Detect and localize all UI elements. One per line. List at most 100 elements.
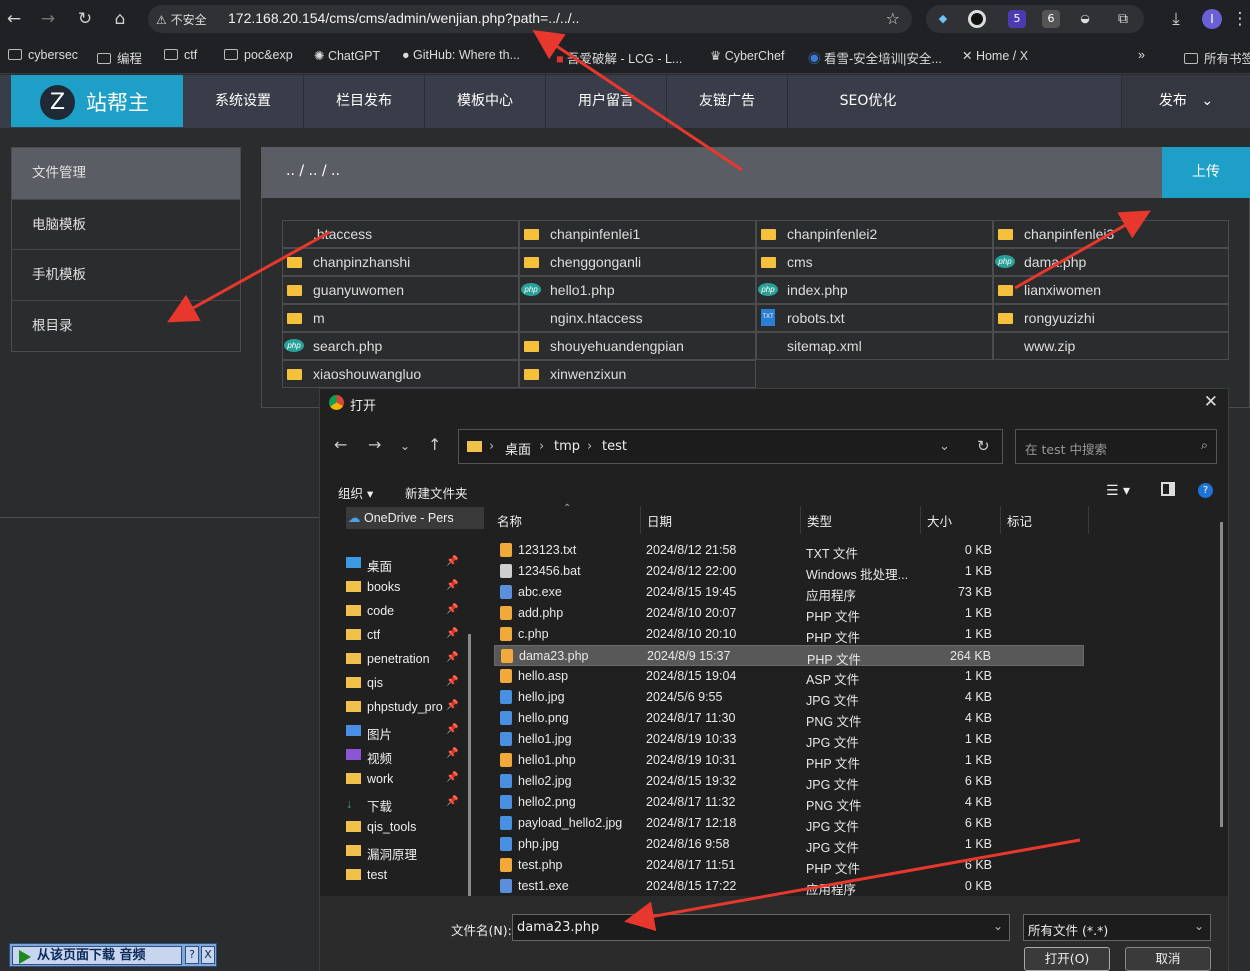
bookmark-x[interactable]: ✕ Home / X (962, 48, 1028, 63)
view-options-icon[interactable]: ☰ ▾ (1106, 483, 1130, 499)
file-row[interactable]: test1.exe 2024/8/15 17:22 应用程序 0 KB (494, 876, 1084, 897)
column-header[interactable]: 名称 (497, 511, 522, 530)
open-button[interactable]: 打开(O) (1024, 947, 1110, 971)
file-row[interactable]: hello.jpg 2024/5/6 9:55 JPG 文件 4 KB (494, 687, 1084, 708)
file-entry[interactable]: xiaoshouwangluo (282, 360, 519, 388)
file-entry[interactable]: chanpinfenlei1 (519, 220, 756, 248)
file-entry[interactable]: guanyuwomen (282, 276, 519, 304)
security-indicator[interactable]: ⚠ 不安全 (156, 11, 207, 28)
help-button[interactable]: ? (185, 946, 199, 964)
close-button[interactable]: X (201, 946, 215, 964)
file-entry[interactable]: TXT robots.txt (756, 304, 993, 332)
nav-item[interactable]: 桌面 📌 (346, 556, 458, 575)
bookmark-52pojie[interactable]: ■ 吾爱破解 - LCG - L... (556, 48, 682, 67)
file-row[interactable]: payload_hello2.jpg 2024/8/17 12:18 JPG 文件 6… (494, 813, 1084, 834)
bookmark-star-icon[interactable]: ☆ (886, 9, 900, 28)
column-separator[interactable] (1088, 506, 1089, 534)
file-entry[interactable]: php dama.php (993, 248, 1229, 276)
file-entry[interactable]: chenggonganli (519, 248, 756, 276)
file-row[interactable]: hello1.jpg 2024/8/19 10:33 JPG 文件 1 KB (494, 729, 1084, 750)
file-entry[interactable]: .htaccess (282, 220, 519, 248)
puzzle-extensions-icon[interactable]: ⧉ (1114, 10, 1132, 28)
file-row[interactable]: test.php 2024/8/17 11:51 PHP 文件 6 KB (494, 855, 1084, 876)
file-entry[interactable]: nginx.htaccess (519, 304, 756, 332)
breadcrumb-tmp[interactable]: tmp (554, 439, 580, 454)
help-icon[interactable]: ? (1198, 483, 1213, 498)
file-entry[interactable]: chanpinfenlei2 (756, 220, 993, 248)
column-separator[interactable] (1000, 506, 1001, 534)
sidebar-item-file-manager[interactable]: 文件管理 (12, 148, 240, 199)
sidebar-item-mobile-template[interactable]: 手机模板 (12, 249, 240, 299)
file-entry[interactable]: chanpinfenlei3 (993, 220, 1229, 248)
bookmark-ctf[interactable]: ctf (164, 48, 197, 62)
nav-friendlinks-ads[interactable]: 友链广告 (667, 75, 788, 128)
file-row[interactable]: php.jpg 2024/8/16 9:58 JPG 文件 1 KB (494, 834, 1084, 855)
nav-item[interactable]: ↓ 下载 📌 (346, 796, 458, 815)
file-row[interactable]: hello2.jpg 2024/8/15 19:32 JPG 文件 6 KB (494, 771, 1084, 792)
refresh-icon[interactable]: ↻ (977, 437, 990, 455)
file-entry[interactable]: php index.php (756, 276, 993, 304)
column-separator[interactable] (800, 506, 801, 534)
nav-item[interactable]: work 📌 (346, 772, 458, 786)
bookmark-kanxue[interactable]: ◉ 看雪-安全培训|安全... (808, 48, 942, 67)
nav-user-messages[interactable]: 用户留言 (546, 75, 667, 128)
hat-extension-icon[interactable]: ◒ (1076, 10, 1094, 28)
column-header[interactable]: 日期 (647, 511, 672, 530)
upload-button[interactable]: 上传 (1162, 147, 1250, 198)
nav-scrollbar[interactable] (468, 634, 471, 896)
file-entry[interactable]: m (282, 304, 519, 332)
file-row[interactable]: hello1.php 2024/8/19 10:31 PHP 文件 1 KB (494, 750, 1084, 771)
up-arrow-icon[interactable]: ↑ (428, 435, 441, 454)
menu-icon[interactable]: ⋮ (1230, 9, 1250, 29)
nav-item[interactable]: books 📌 (346, 580, 458, 594)
filetype-select[interactable]: 所有文件 (*.*) ⌄ (1023, 914, 1211, 941)
nav-item[interactable]: code 📌 (346, 604, 458, 618)
badge-extension-icon[interactable]: 5 (1008, 10, 1026, 28)
column-separator[interactable] (920, 506, 921, 534)
nav-onedrive[interactable]: ☁ OneDrive - Pers (346, 507, 484, 529)
breadcrumb-test[interactable]: test (602, 439, 627, 454)
breadcrumb-desktop[interactable]: 桌面 (505, 439, 531, 458)
cancel-button[interactable]: 取消 (1125, 947, 1211, 971)
nav-seo[interactable]: SEO优化 (788, 75, 948, 128)
file-row[interactable]: hello.asp 2024/8/15 19:04 ASP 文件 1 KB (494, 666, 1084, 687)
grid-extension-icon[interactable]: 6 (1042, 10, 1060, 28)
column-header[interactable]: 大小 (927, 511, 952, 530)
recent-locations-icon[interactable]: ⌄ (400, 439, 410, 453)
nav-item[interactable]: qis_tools (346, 820, 416, 834)
file-row[interactable]: abc.exe 2024/8/15 19:45 应用程序 73 KB (494, 582, 1084, 603)
file-row[interactable]: 123123.txt 2024/8/12 21:58 TXT 文件 0 KB (494, 540, 1084, 561)
download-icon[interactable]: ⤓ (1166, 9, 1186, 29)
profile-avatar[interactable]: I (1202, 9, 1222, 29)
nav-system-settings[interactable]: 系统设置 (183, 75, 304, 128)
file-entry[interactable]: cms (756, 248, 993, 276)
nav-item[interactable]: phpstudy_pro 📌 (346, 700, 458, 714)
bookmark-github[interactable]: ● GitHub: Where th... (402, 48, 520, 62)
back-arrow-icon[interactable]: ← (334, 435, 347, 454)
file-entry[interactable]: lianxiwomen (993, 276, 1229, 304)
organize-menu[interactable]: 组织 ▾ (338, 483, 373, 502)
file-row[interactable]: dama23.php 2024/8/9 15:37 PHP 文件 264 KB (494, 645, 1084, 667)
file-row[interactable]: 123456.bat 2024/8/12 22:00 Windows 批处理... 1… (494, 561, 1084, 582)
file-entry[interactable]: php search.php (282, 332, 519, 360)
chevron-down-icon[interactable]: ⌄ (993, 919, 1003, 933)
file-row[interactable]: hello.png 2024/8/17 11:30 PNG 文件 4 KB (494, 708, 1084, 729)
file-entry[interactable]: www.zip (993, 332, 1229, 360)
url-text[interactable]: 172.168.20.154/cms/cms/admin/wenjian.php… (228, 10, 579, 26)
nav-column-publish[interactable]: 栏目发布 (304, 75, 425, 128)
forward-icon[interactable]: → (38, 9, 58, 29)
nav-item[interactable]: ctf 📌 (346, 628, 458, 642)
nav-item[interactable]: test (346, 868, 387, 882)
publish-dropdown[interactable]: 发布 ⌄ (1121, 75, 1250, 128)
file-entry[interactable]: shouyehuandengpian (519, 332, 756, 360)
preview-pane-icon[interactable] (1161, 482, 1175, 496)
file-entry[interactable]: sitemap.xml (756, 332, 993, 360)
nav-item[interactable]: 视频 📌 (346, 748, 458, 767)
nav-item[interactable]: qis 📌 (346, 676, 458, 690)
file-row[interactable]: add.php 2024/8/10 20:07 PHP 文件 1 KB (494, 603, 1084, 624)
address-breadcrumb[interactable]: › 桌面 › tmp › test ⌄ ↻ (458, 429, 1003, 464)
file-entry[interactable]: chanpinzhanshi (282, 248, 519, 276)
column-separator[interactable] (640, 506, 641, 534)
filename-input[interactable]: dama23.php ⌄ (512, 914, 1010, 941)
bookmark-pocexp[interactable]: poc&exp (224, 48, 293, 62)
